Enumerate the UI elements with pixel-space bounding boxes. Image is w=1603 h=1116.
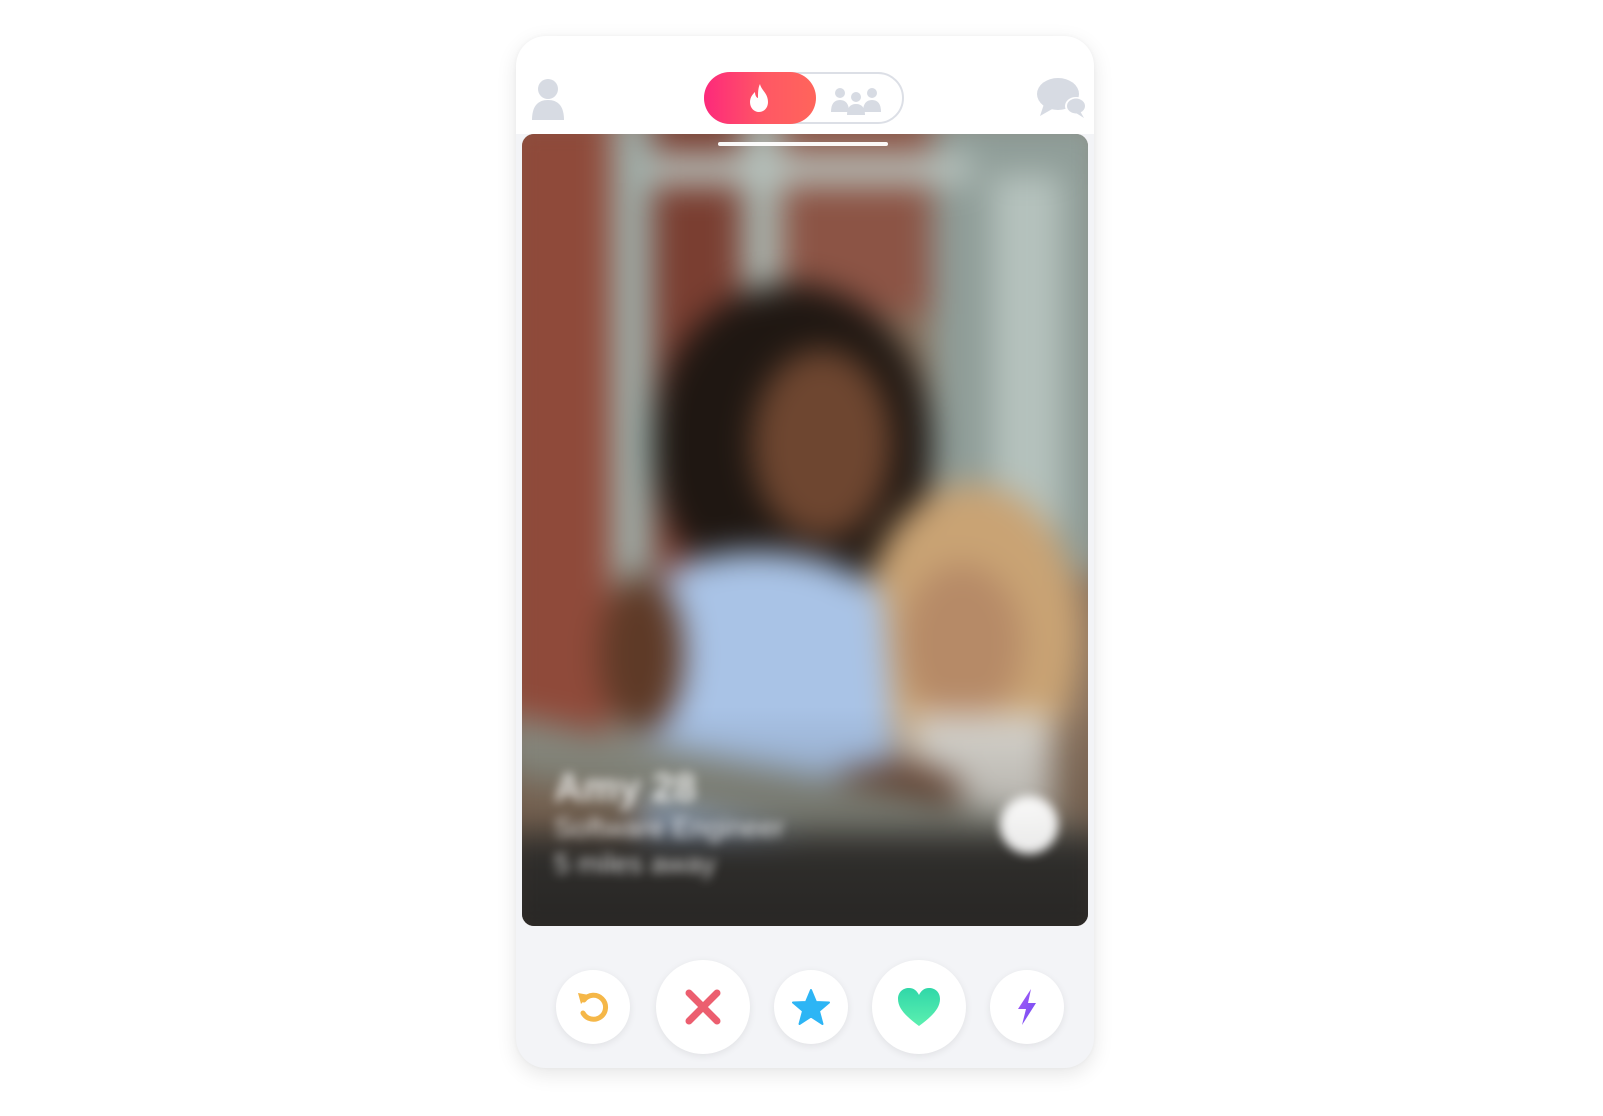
card-name: Amy 28 [554,766,697,810]
rewind-icon [578,992,609,1022]
profile-card[interactable]: Amy 28 Software Engineer 5 miles away [522,134,1088,926]
info-button[interactable] [1000,796,1058,854]
card-detail-line: Software Engineer [554,812,785,843]
photo-indicator-bar [718,142,888,146]
card-info: Amy 28 Software Engineer 5 miles away [554,766,974,882]
app-window: Amy 28 Software Engineer 5 miles away [516,36,1094,1068]
messages-icon[interactable] [1036,76,1088,120]
mode-social-button[interactable] [824,82,888,116]
profile-icon[interactable] [530,76,566,122]
card-detail-line: 5 miles away [554,848,716,879]
boost-button[interactable] [990,970,1064,1044]
mode-toggle [704,72,904,124]
screen: Amy 28 Software Engineer 5 miles away [0,0,1603,1116]
star-icon [792,989,830,1025]
rewind-button[interactable] [556,970,630,1044]
group-icon [831,88,881,115]
like-button[interactable] [872,960,966,1054]
flame-icon [750,84,768,112]
top-bar [516,36,1094,134]
super-like-button[interactable] [774,970,848,1044]
heart-icon [898,988,940,1026]
close-icon [685,989,721,1025]
bolt-icon [1018,989,1036,1025]
nope-button[interactable] [656,960,750,1054]
mode-discover-button[interactable] [704,72,816,124]
